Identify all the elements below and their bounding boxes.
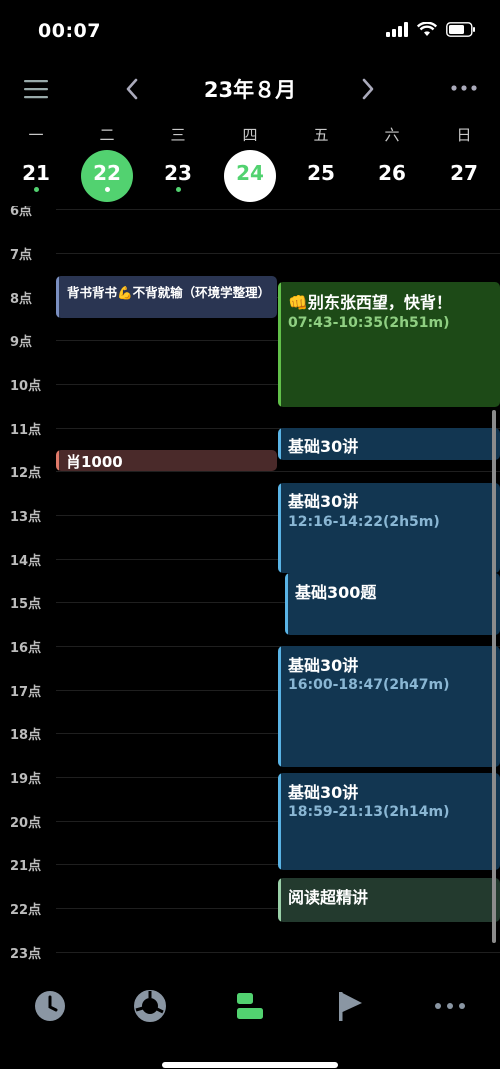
- scrollbar[interactable]: [492, 410, 496, 943]
- weekday-mon: 一: [28, 126, 44, 144]
- event-card[interactable]: 肖1000: [56, 450, 277, 471]
- hour-label: 23点: [10, 947, 42, 962]
- event-title: 👊别东张西望，快背！: [288, 293, 452, 312]
- event-color-bar: [278, 483, 281, 573]
- day-27[interactable]: 27: [438, 150, 490, 202]
- hour-label: 12点: [10, 466, 42, 481]
- day-21[interactable]: 21: [10, 150, 62, 202]
- status-bar: 00:07: [0, 0, 500, 60]
- signal-icon: [386, 22, 408, 37]
- event-dot: [34, 187, 39, 192]
- menu-icon[interactable]: [24, 77, 48, 101]
- weekday-thu: 四: [242, 126, 258, 144]
- event-title: 背书背书💪不背就输（环境学整理）: [67, 285, 271, 300]
- event-color-bar: [278, 878, 281, 922]
- event-title: 肖1000: [66, 453, 123, 471]
- event-title: 基础30讲: [288, 492, 359, 511]
- home-indicator: [162, 1062, 338, 1068]
- hour-label: 18点: [10, 728, 42, 743]
- hour-label: 10点: [10, 379, 42, 394]
- event-color-bar: [278, 428, 281, 460]
- hour-label: 9点: [10, 335, 33, 350]
- event-card[interactable]: 基础300题: [285, 573, 500, 635]
- hour-line: [56, 471, 500, 472]
- event-card[interactable]: 基础30讲: [278, 428, 500, 460]
- event-title: 基础30讲: [288, 656, 359, 675]
- status-time: 00:07: [38, 20, 101, 42]
- event-color-bar: [56, 450, 59, 471]
- event-title: 基础300题: [295, 583, 377, 602]
- hour-label: 14点: [10, 554, 42, 569]
- clock-icon: [35, 991, 65, 1021]
- battery-icon: [446, 22, 475, 37]
- event-title: 基础30讲: [288, 437, 359, 456]
- hour-line: [56, 209, 500, 210]
- event-card[interactable]: 👊别东张西望，快背！ 07:43-10:35(2h51m): [278, 282, 500, 407]
- hour-label: 15点: [10, 597, 42, 612]
- weekday-fri: 五: [313, 126, 329, 144]
- event-dot: [176, 187, 181, 192]
- weekday-tue: 二: [99, 126, 115, 144]
- hour-label: 17点: [10, 685, 42, 700]
- chevron-left-icon[interactable]: [120, 76, 144, 102]
- event-color-bar: [278, 282, 281, 407]
- day-24-selected[interactable]: 24: [224, 150, 276, 202]
- nav-clock[interactable]: [30, 988, 70, 1024]
- hour-label: 19点: [10, 772, 42, 787]
- event-title: 基础30讲: [288, 783, 359, 802]
- calendar-header: 23年８月: [0, 60, 500, 120]
- hour-label: 16点: [10, 641, 42, 656]
- event-time: 07:43-10:35(2h51m): [288, 315, 450, 331]
- nav-more[interactable]: [430, 988, 470, 1024]
- hour-label: 22点: [10, 903, 42, 918]
- bottom-nav: [0, 970, 500, 1040]
- hour-label: 8点: [10, 292, 33, 307]
- hour-label: 7点: [10, 248, 33, 263]
- event-dot: [105, 187, 110, 192]
- nav-goals[interactable]: [330, 988, 370, 1024]
- event-card[interactable]: 基础30讲 16:00-18:47(2h47m): [278, 646, 500, 767]
- chevron-right-icon[interactable]: [356, 76, 380, 102]
- event-color-bar: [56, 276, 59, 318]
- hour-line: [56, 952, 500, 953]
- weekday-wed: 三: [170, 126, 186, 144]
- nav-stats[interactable]: [130, 988, 170, 1024]
- day-26[interactable]: 26: [366, 150, 418, 202]
- event-time: 12:16-14:22(2h5m): [288, 514, 440, 530]
- flag-icon: [339, 992, 362, 1021]
- weekday-sat: 六: [384, 126, 400, 144]
- hour-label: 21点: [10, 859, 42, 874]
- hour-label: 6点: [10, 206, 33, 219]
- timeline-icon: [237, 993, 263, 1019]
- weekday-sun: 日: [456, 126, 472, 144]
- event-color-bar: [285, 573, 288, 635]
- event-card[interactable]: 基础30讲 12:16-14:22(2h5m): [278, 483, 500, 573]
- day-25[interactable]: 25: [295, 150, 347, 202]
- day-23[interactable]: 23: [152, 150, 204, 202]
- hour-label: 20点: [10, 816, 42, 831]
- status-icons: [386, 22, 476, 37]
- event-color-bar: [278, 773, 281, 870]
- event-title: 阅读超精讲: [288, 888, 369, 907]
- event-time: 18:59-21:13(2h14m): [288, 804, 450, 820]
- event-time: 16:00-18:47(2h47m): [288, 677, 450, 693]
- hour-label: 11点: [10, 423, 42, 438]
- more-options-icon[interactable]: [450, 80, 478, 96]
- hour-line: [56, 253, 500, 254]
- event-color-bar: [278, 646, 281, 767]
- hour-label: 13点: [10, 510, 42, 525]
- month-title[interactable]: 23年８月: [150, 74, 350, 104]
- wifi-icon: [417, 22, 437, 36]
- event-card[interactable]: 基础30讲 18:59-21:13(2h14m): [278, 773, 500, 870]
- pie-chart-icon: [134, 990, 166, 1022]
- event-card[interactable]: 背书背书💪不背就输（环境学整理）: [56, 276, 277, 318]
- day-22-today[interactable]: 22: [81, 150, 133, 202]
- more-icon: [435, 1003, 465, 1009]
- event-card[interactable]: 阅读超精讲: [278, 878, 500, 922]
- nav-timeline[interactable]: [230, 988, 270, 1024]
